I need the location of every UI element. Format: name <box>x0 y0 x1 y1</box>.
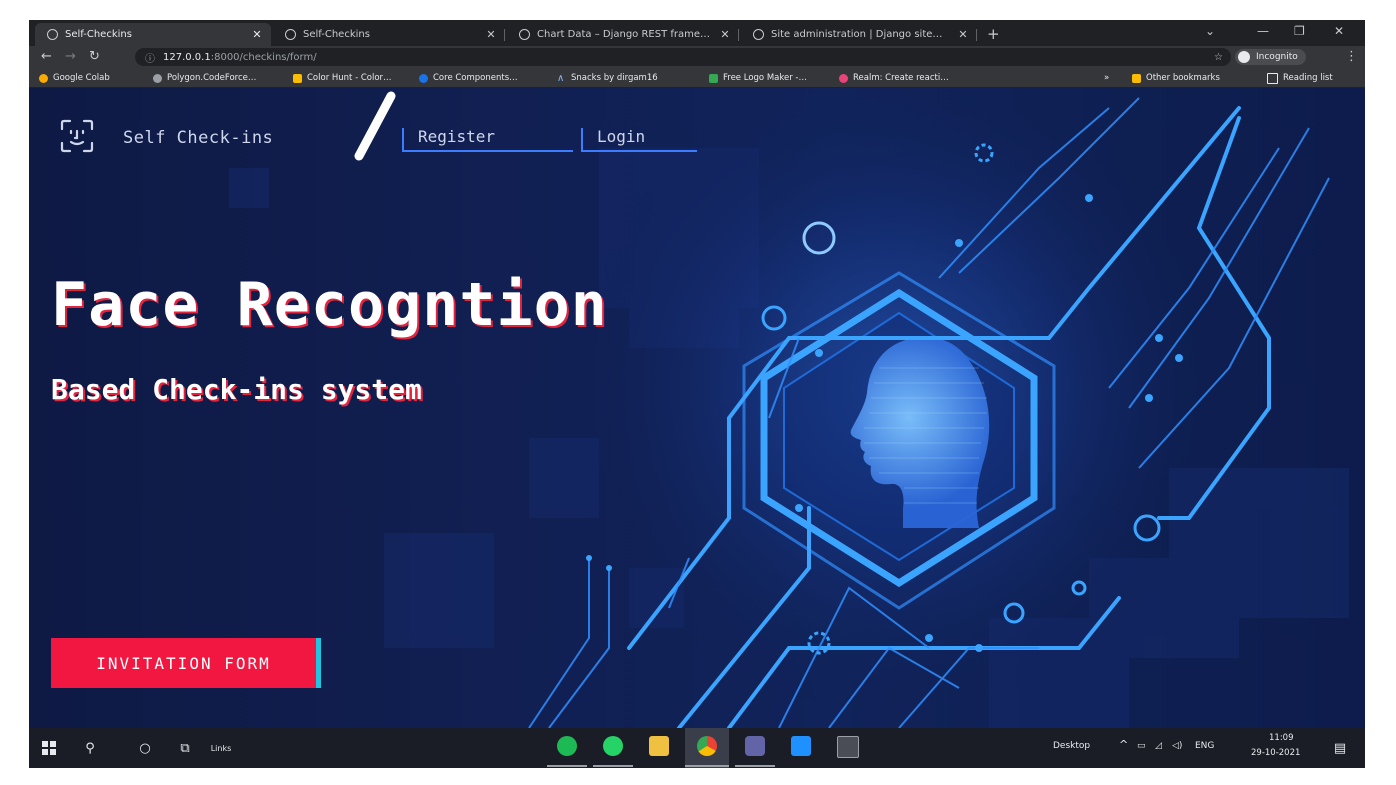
notification-center-icon[interactable]: ▤ <box>1329 737 1351 759</box>
teams-icon[interactable] <box>745 736 765 756</box>
globe-icon <box>47 29 58 40</box>
tab-title: Site administration | Django site… <box>771 29 943 40</box>
color-hunt-icon <box>293 73 302 83</box>
close-window-button[interactable]: ✕ <box>1334 24 1344 38</box>
hero-headline: Face Recogntion <box>51 270 608 340</box>
menu-icon[interactable]: ⋮ <box>1345 49 1358 64</box>
reading-list[interactable]: Reading list <box>1267 71 1333 85</box>
back-button[interactable]: ← <box>41 49 52 64</box>
other-bookmarks-label: Other bookmarks <box>1146 73 1220 83</box>
screen: Self-Checkins ✕ Self-Checkins ✕ Chart Da… <box>29 20 1365 768</box>
snacks-icon: ∧ <box>557 72 565 84</box>
volume-icon[interactable]: ◁) <box>1172 741 1182 751</box>
face-scan-icon <box>60 119 94 153</box>
invitation-form-button[interactable]: INVITATION FORM <box>51 638 321 688</box>
tray-overflow-icon[interactable]: ^ <box>1119 738 1128 751</box>
folder-icon <box>1132 73 1141 83</box>
bookmark-logo-maker[interactable]: Free Logo Maker -… <box>709 71 807 85</box>
vscode-icon[interactable] <box>791 736 811 756</box>
other-bookmarks[interactable]: Other bookmarks <box>1132 71 1220 85</box>
tab-title: Self-Checkins <box>65 29 132 40</box>
bookmark-label: Free Logo Maker -… <box>723 73 807 83</box>
task-view-icon[interactable]: ⧉ <box>174 737 196 759</box>
logo-maker-icon <box>709 73 718 83</box>
globe-icon <box>519 29 530 40</box>
clock-date[interactable]: 29-10-2021 <box>1251 748 1300 758</box>
bookmark-snacks[interactable]: ∧ Snacks by dirgam16 <box>557 71 658 85</box>
reading-list-icon <box>1267 72 1278 84</box>
nav-register-link[interactable]: Register <box>402 128 573 152</box>
close-icon[interactable]: ✕ <box>717 28 733 41</box>
spotify-icon[interactable] <box>557 736 577 756</box>
bookmark-label: Realm: Create reacti… <box>853 73 949 83</box>
hero-subheadline: Based Check-ins system <box>51 373 422 406</box>
new-tab-button[interactable]: + <box>987 25 1000 43</box>
circuit-head-illustration <box>29 88 1365 728</box>
reload-button[interactable]: ↻ <box>89 49 100 64</box>
url-host: 127.0.0.1 <box>163 51 211 63</box>
info-icon[interactable]: ⓘ <box>145 50 155 65</box>
tab-search-icon[interactable]: ⌄ <box>1205 24 1215 38</box>
close-icon[interactable]: ✕ <box>483 28 499 41</box>
bookmark-label: Polygon.CodeForce… <box>167 73 257 83</box>
bookmark-polygon[interactable]: Polygon.CodeForce… <box>153 71 256 85</box>
globe-icon <box>153 73 162 83</box>
search-icon[interactable]: ⚲ <box>79 737 101 759</box>
realm-icon <box>839 73 848 83</box>
tab-site-admin[interactable]: Site administration | Django site… ✕ <box>741 23 977 46</box>
windows-taskbar: ⚲ ○ ⧉ Links Desktop ^ ▭ ◿ ◁) ENG 11:09 2… <box>29 728 1365 768</box>
desktop-toolbar[interactable]: Desktop <box>1053 741 1090 751</box>
hero-section: Self Check-ins Register Login Face Recog… <box>29 88 1365 728</box>
browser-tab-bar: Self-Checkins ✕ Self-Checkins ✕ Chart Da… <box>29 20 1365 46</box>
chrome-icon[interactable] <box>697 736 717 756</box>
close-icon[interactable]: ✕ <box>249 28 265 41</box>
colab-icon <box>39 73 48 83</box>
globe-icon <box>753 29 764 40</box>
restore-button[interactable]: ❐ <box>1294 24 1305 38</box>
whatsapp-icon[interactable] <box>603 736 623 756</box>
bookmark-label: Snacks by dirgam16 <box>571 73 658 83</box>
close-icon[interactable]: ✕ <box>955 28 971 41</box>
bookmark-color-hunt[interactable]: Color Hunt - Color… <box>293 71 392 85</box>
file-explorer-icon[interactable] <box>649 736 669 756</box>
terminal-icon[interactable] <box>837 736 859 758</box>
bookmark-google-colab[interactable]: Google Colab <box>39 71 110 85</box>
tab-chart-data[interactable]: Chart Data – Django REST frame… ✕ <box>507 23 739 46</box>
nav-login-link[interactable]: Login <box>581 128 697 152</box>
incognito-icon <box>1238 51 1250 63</box>
incognito-badge[interactable]: Incognito <box>1235 49 1306 65</box>
tab-self-checkins[interactable]: Self-Checkins ✕ <box>35 23 271 46</box>
links-toolbar[interactable]: Links <box>201 737 241 759</box>
bookmark-label: Google Colab <box>53 73 110 83</box>
core-components-icon <box>419 73 428 83</box>
forward-button[interactable]: → <box>65 49 76 64</box>
bookmark-label: Color Hunt - Color… <box>307 73 392 83</box>
url-path: :8000/checkins/form/ <box>210 51 317 63</box>
tab-title: Chart Data – Django REST frame… <box>537 29 711 40</box>
brand-name[interactable]: Self Check-ins <box>123 128 273 148</box>
tab-title: Self-Checkins <box>303 29 370 40</box>
wifi-icon[interactable]: ◿ <box>1155 741 1162 751</box>
clock-time[interactable]: 11:09 <box>1269 733 1294 743</box>
incognito-label: Incognito <box>1256 52 1298 62</box>
browser-toolbar: ← → ↻ ⓘ 127.0.0.1 :8000/checkins/form/ ☆… <box>29 46 1365 68</box>
globe-icon <box>285 29 296 40</box>
minimize-button[interactable]: — <box>1257 24 1269 38</box>
bookmark-label: Core Components… <box>433 73 518 83</box>
reading-list-label: Reading list <box>1283 73 1333 83</box>
windows-start-icon[interactable] <box>38 737 60 759</box>
more-bookmarks-button[interactable]: » <box>1104 71 1109 85</box>
bookmark-realm[interactable]: Realm: Create reacti… <box>839 71 949 85</box>
bookmarks-bar: Google Colab Polygon.CodeForce… Color Hu… <box>29 68 1365 88</box>
battery-icon[interactable]: ▭ <box>1137 741 1146 751</box>
address-bar[interactable]: ⓘ 127.0.0.1 :8000/checkins/form/ ☆ <box>135 48 1231 66</box>
language-indicator[interactable]: ENG <box>1195 741 1214 751</box>
cortana-icon[interactable]: ○ <box>134 737 156 759</box>
tab-self-checkins-2[interactable]: Self-Checkins ✕ <box>273 23 505 46</box>
bookmark-core-components[interactable]: Core Components… <box>419 71 518 85</box>
bookmark-star-icon[interactable]: ☆ <box>1214 52 1223 63</box>
